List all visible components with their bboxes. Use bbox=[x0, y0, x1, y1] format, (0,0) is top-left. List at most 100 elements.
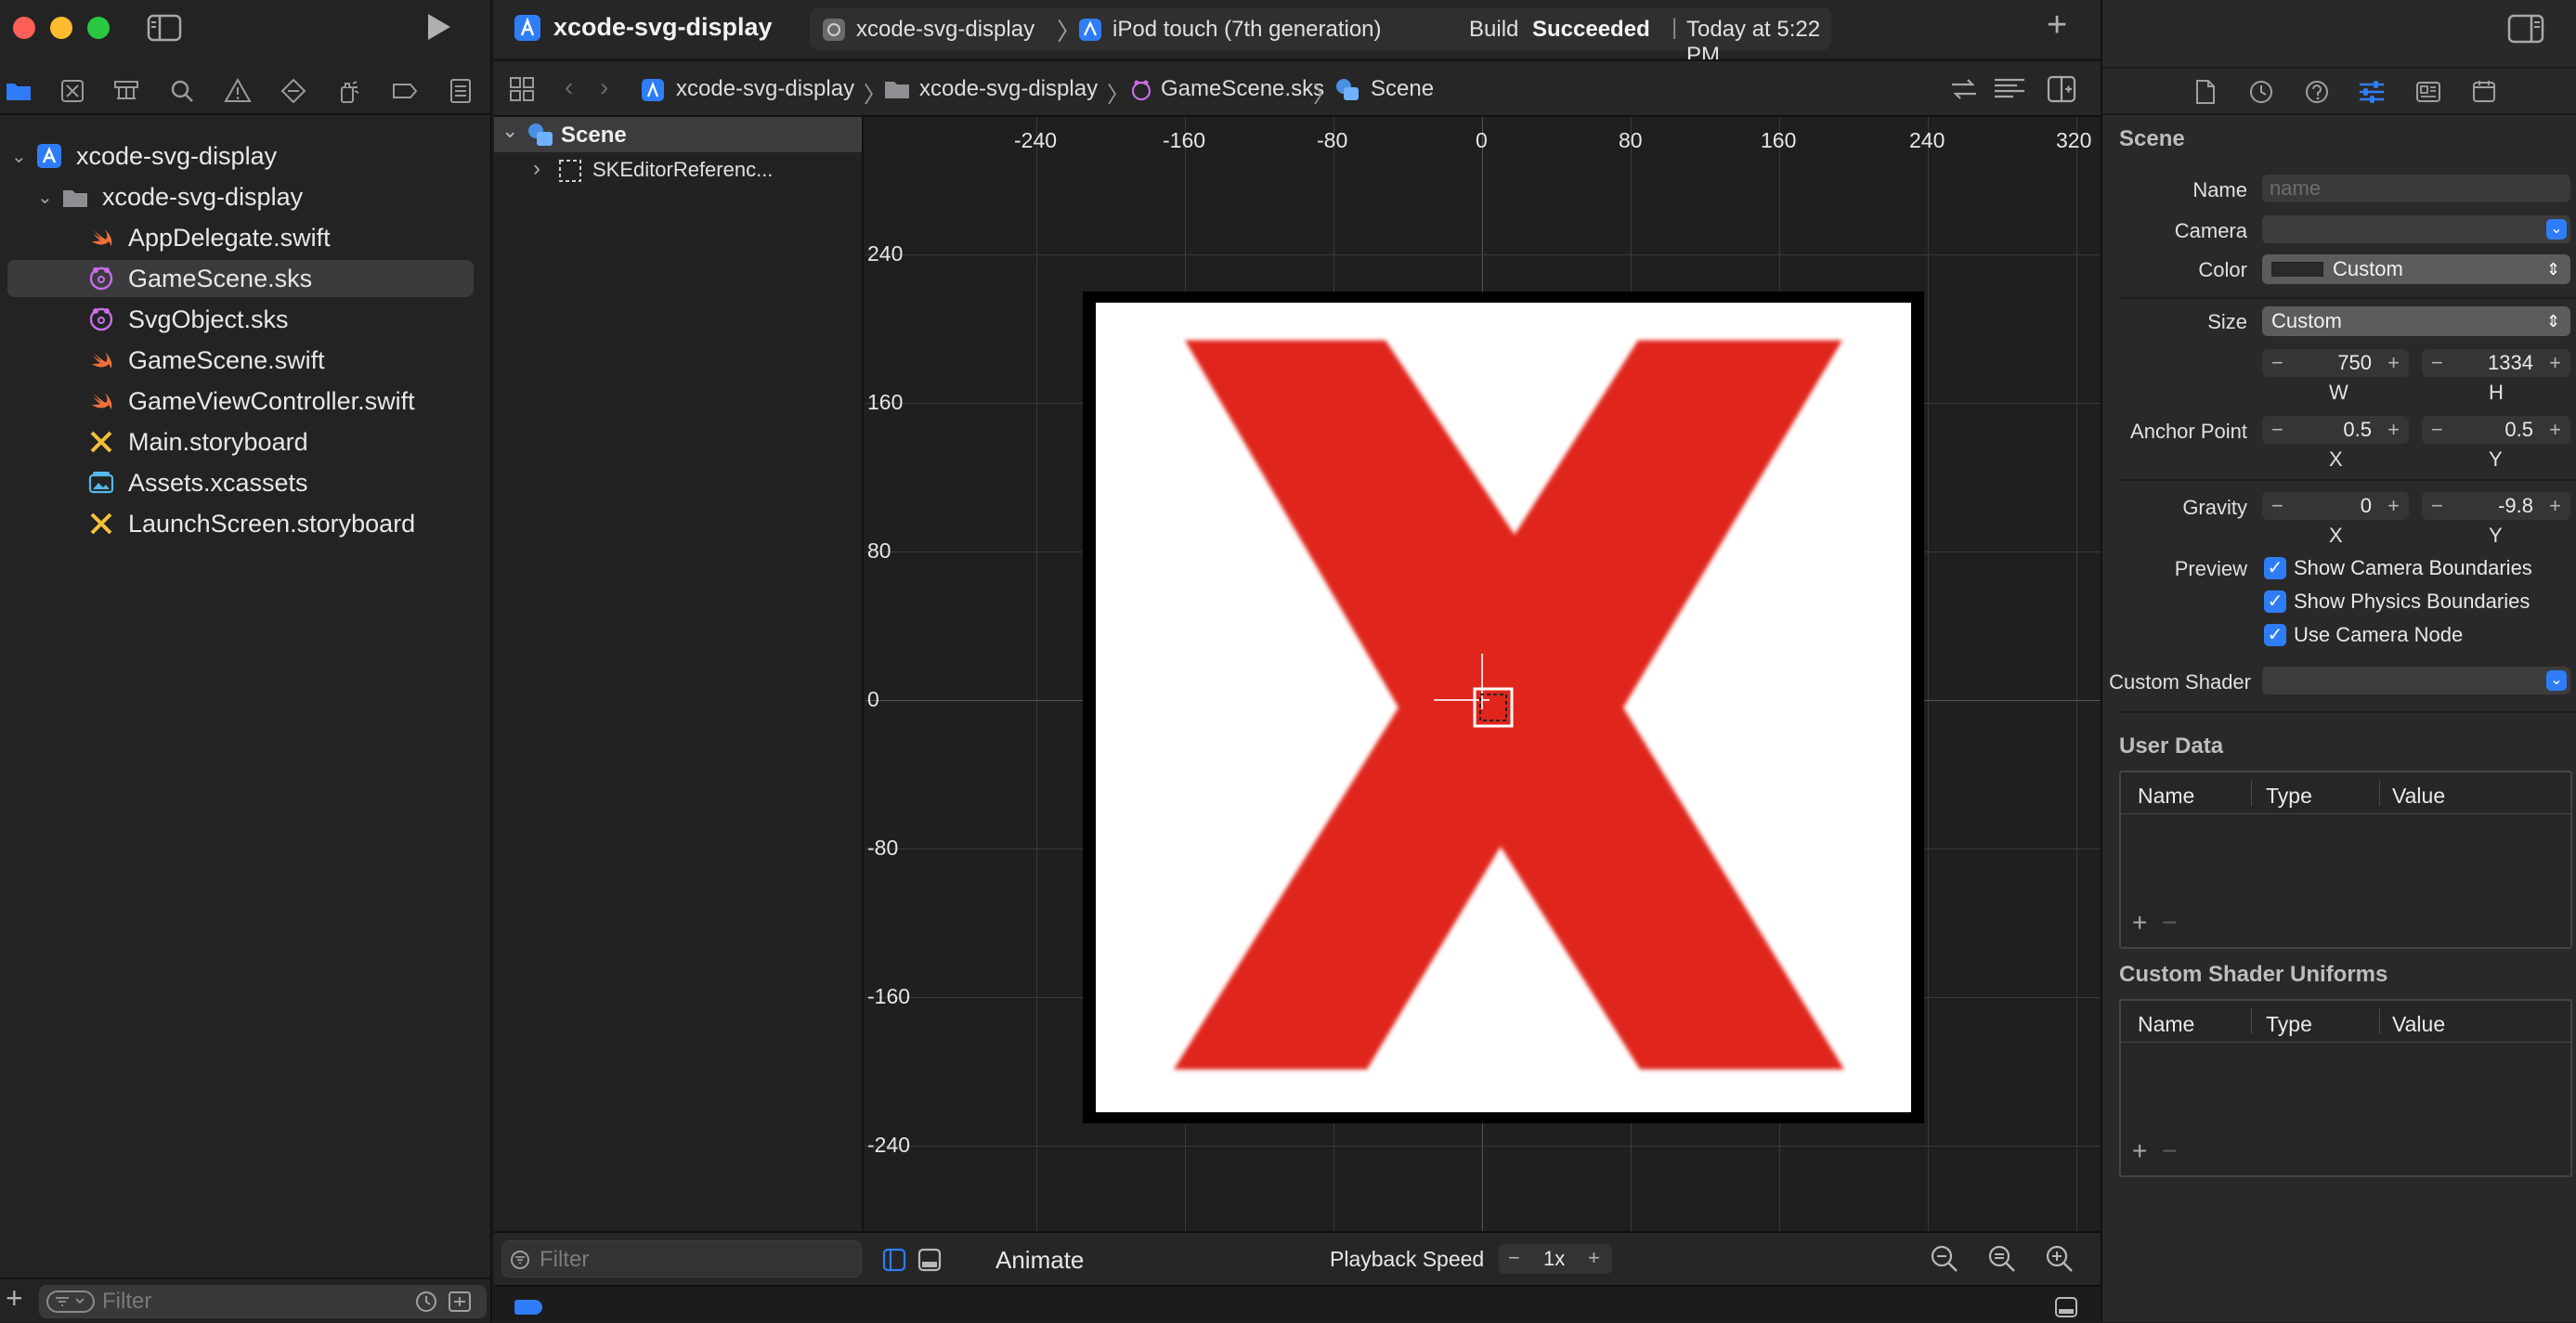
column-header-value[interactable]: Value bbox=[2392, 784, 2445, 809]
gravity-x-stepper[interactable]: − 0 + bbox=[2262, 492, 2409, 520]
search-icon[interactable] bbox=[167, 76, 197, 106]
increment-button[interactable]: + bbox=[2387, 492, 2400, 520]
animate-button[interactable]: Animate bbox=[995, 1246, 1084, 1275]
camera-popup[interactable]: ⌄ bbox=[2262, 215, 2570, 243]
breadcrumb-project[interactable]: xcode-svg-display bbox=[676, 76, 854, 102]
symbol-navigator-icon[interactable] bbox=[111, 76, 141, 106]
decrement-button[interactable]: − bbox=[2431, 416, 2443, 444]
navigator-filter-field[interactable]: Filter bbox=[39, 1285, 487, 1318]
gravity-x-value[interactable]: 0 bbox=[2361, 492, 2372, 520]
minimize-window-button[interactable] bbox=[50, 17, 72, 39]
recent-files-icon[interactable] bbox=[414, 1290, 438, 1314]
increment-button[interactable]: + bbox=[2387, 349, 2400, 377]
add-icon[interactable]: + bbox=[2047, 6, 2067, 45]
increment-button[interactable]: + bbox=[2549, 416, 2561, 444]
add-row-icon[interactable]: + bbox=[2132, 908, 2147, 938]
debug-area-toggle-icon[interactable] bbox=[2054, 1296, 2078, 1318]
zoom-actual-icon[interactable] bbox=[1987, 1244, 2017, 1274]
zoom-to-fit-icon[interactable] bbox=[1930, 1244, 1959, 1274]
show-physics-boundaries-label[interactable]: Show Physics Boundaries bbox=[2294, 590, 2530, 614]
column-header-type[interactable]: Type bbox=[2266, 1012, 2312, 1037]
increment-button[interactable]: + bbox=[2387, 416, 2400, 444]
column-header-name[interactable]: Name bbox=[2138, 784, 2194, 809]
toggle-outline-icon[interactable] bbox=[882, 1248, 906, 1272]
debug-spray-icon[interactable] bbox=[334, 76, 364, 106]
folder-icon[interactable] bbox=[4, 76, 33, 106]
tree-item-file[interactable]: SvgObject.sks bbox=[0, 299, 492, 340]
swap-arrows-icon[interactable] bbox=[1948, 76, 1980, 102]
gravity-y-value[interactable]: -9.8 bbox=[2498, 492, 2533, 520]
add-icon[interactable]: + bbox=[6, 1281, 23, 1316]
source-control-filter-icon[interactable] bbox=[448, 1290, 472, 1314]
sidebar-toggle-icon[interactable] bbox=[147, 13, 182, 43]
tree-item-file[interactable]: Main.storyboard bbox=[0, 422, 492, 462]
checkbox-checked[interactable]: ✓ bbox=[2264, 624, 2286, 646]
width-stepper[interactable]: − 750 + bbox=[2262, 349, 2409, 377]
decrement-button[interactable]: − bbox=[2271, 492, 2283, 520]
history-icon[interactable] bbox=[2247, 78, 2275, 106]
width-value[interactable]: 750 bbox=[2337, 349, 2372, 377]
decrement-button[interactable]: − bbox=[2271, 349, 2283, 377]
zoom-in-icon[interactable] bbox=[2045, 1244, 2075, 1274]
chevron-down-icon[interactable]: ⌄ bbox=[37, 186, 53, 209]
breadcrumb-file[interactable]: GameScene.sks bbox=[1161, 76, 1324, 102]
tree-item-file[interactable]: LaunchScreen.storyboard bbox=[0, 503, 492, 544]
attributes-sliders-icon[interactable] bbox=[2357, 78, 2387, 106]
outline-row-reference[interactable]: › SKEditorReferenc... bbox=[494, 152, 862, 188]
add-row-icon[interactable]: + bbox=[2132, 1136, 2147, 1166]
increment-button[interactable]: + bbox=[2549, 349, 2561, 377]
activity-view[interactable]: xcode-svg-display 〉 iPod touch (7th gene… bbox=[810, 7, 1831, 68]
chevron-down-icon[interactable]: ⌄ bbox=[501, 119, 518, 143]
color-popup[interactable]: Custom ⇕ bbox=[2262, 254, 2570, 284]
toggle-action-editor-icon[interactable] bbox=[917, 1248, 942, 1272]
filter-options-icon[interactable] bbox=[46, 1291, 95, 1313]
name-field[interactable]: name bbox=[2262, 175, 2570, 202]
checkbox-checked[interactable]: ✓ bbox=[2264, 557, 2286, 579]
library-icon[interactable] bbox=[2470, 78, 2498, 106]
related-items-grid-icon[interactable] bbox=[509, 76, 535, 102]
tree-item-group[interactable]: ⌄ xcode-svg-display bbox=[0, 176, 492, 217]
chevron-right-icon[interactable]: › bbox=[533, 156, 540, 182]
breakpoint-icon[interactable] bbox=[390, 76, 420, 106]
breakpoints-toggle-icon[interactable] bbox=[514, 1300, 542, 1315]
tree-item-file[interactable]: AppDelegate.swift bbox=[0, 217, 492, 258]
anchor-y-value[interactable]: 0.5 bbox=[2504, 416, 2533, 444]
decrement-button[interactable]: − bbox=[1508, 1246, 1520, 1270]
remove-row-icon[interactable]: − bbox=[2162, 1136, 2177, 1166]
anchor-y-stepper[interactable]: − 0.5 + bbox=[2422, 416, 2570, 444]
size-inspector-icon[interactable] bbox=[2414, 78, 2442, 106]
anchor-x-stepper[interactable]: − 0.5 + bbox=[2262, 416, 2409, 444]
split-editor-icon[interactable] bbox=[2047, 74, 2076, 104]
outline-filter-field[interactable]: Filter bbox=[501, 1240, 862, 1278]
tree-item-file[interactable]: GameScene.swift bbox=[0, 340, 492, 381]
warning-icon[interactable] bbox=[223, 76, 253, 106]
zoom-window-button[interactable] bbox=[87, 17, 110, 39]
forward-arrow-icon[interactable]: › bbox=[600, 72, 608, 102]
checkbox-checked[interactable]: ✓ bbox=[2264, 590, 2286, 613]
run-icon[interactable] bbox=[423, 11, 453, 43]
decrement-button[interactable]: − bbox=[2271, 416, 2283, 444]
tree-item-file[interactable]: Assets.xcassets bbox=[0, 462, 492, 503]
chevron-down-icon[interactable]: ⌄ bbox=[11, 145, 27, 168]
tree-item-file-selected[interactable]: GameScene.sks bbox=[7, 258, 474, 299]
decrement-button[interactable]: − bbox=[2431, 349, 2443, 377]
node-origin-marker[interactable] bbox=[1434, 654, 1536, 746]
inspector-toggle-icon[interactable] bbox=[2507, 13, 2544, 45]
help-icon[interactable] bbox=[2303, 78, 2331, 106]
destination-selector[interactable]: iPod touch (7th generation) bbox=[1112, 17, 1382, 43]
breadcrumb-scene[interactable]: Scene bbox=[1371, 76, 1434, 102]
column-header-name[interactable]: Name bbox=[2138, 1012, 2194, 1037]
gravity-y-stepper[interactable]: − -9.8 + bbox=[2422, 492, 2570, 520]
source-control-icon[interactable] bbox=[58, 76, 87, 106]
tree-item-project[interactable]: ⌄ xcode-svg-display bbox=[0, 136, 492, 176]
file-inspector-icon[interactable] bbox=[2192, 78, 2219, 106]
show-camera-boundaries-label[interactable]: Show Camera Boundaries bbox=[2294, 556, 2532, 580]
user-data-table[interactable]: Name Type Value + − bbox=[2119, 771, 2572, 949]
tree-item-file[interactable]: GameViewController.swift bbox=[0, 381, 492, 422]
breadcrumb-group[interactable]: xcode-svg-display bbox=[919, 76, 1098, 102]
height-value[interactable]: 1334 bbox=[2488, 349, 2533, 377]
back-arrow-icon[interactable]: ‹ bbox=[565, 72, 573, 102]
increment-button[interactable]: + bbox=[1588, 1246, 1600, 1270]
shader-uniforms-table[interactable]: Name Type Value + − bbox=[2119, 999, 2572, 1177]
playback-speed-stepper[interactable]: − 1x + bbox=[1499, 1244, 1612, 1274]
